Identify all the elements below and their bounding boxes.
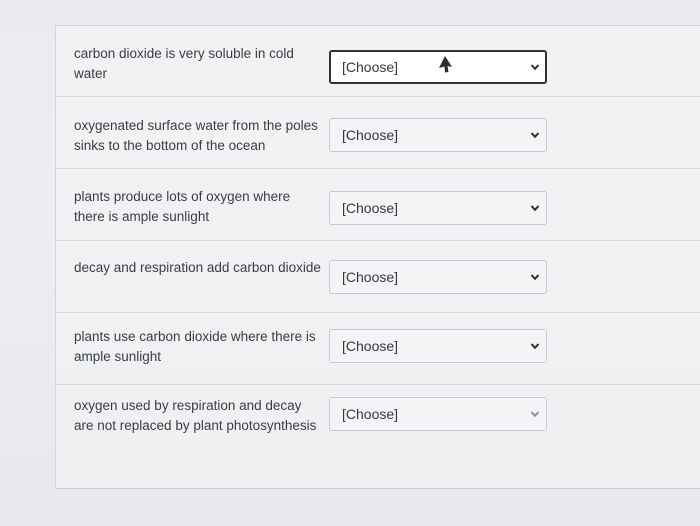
answer-select-3[interactable]: [Choose] xyxy=(329,191,547,225)
chevron-down-icon xyxy=(530,205,540,212)
chevron-down-icon xyxy=(530,411,540,418)
question-row-3: plants produce lots of oxygen where ther… xyxy=(56,170,700,241)
select-value: [Choose] xyxy=(342,406,399,422)
chevron-down-icon xyxy=(530,274,540,281)
chevron-down-icon xyxy=(530,64,540,71)
question-text: carbon dioxide is very soluble in cold w… xyxy=(74,46,294,81)
question-row-4: decay and respiration add carbon dioxide… xyxy=(56,242,700,313)
question-row-5: plants use carbon dioxide where there is… xyxy=(56,314,700,385)
mouse-pointer-icon xyxy=(439,56,452,73)
answer-select-4[interactable]: [Choose] xyxy=(329,260,547,294)
question-row-2: oxygenated surface water from the poles … xyxy=(56,98,700,169)
question-row-6: oxygen used by respiration and decay are… xyxy=(56,386,700,486)
select-value: [Choose] xyxy=(342,200,399,216)
select-value: [Choose] xyxy=(342,59,399,75)
select-value: [Choose] xyxy=(342,269,399,285)
question-row-1: carbon dioxide is very soluble in cold w… xyxy=(56,26,700,97)
answer-select-2[interactable]: [Choose] xyxy=(329,118,547,152)
select-value: [Choose] xyxy=(342,338,399,354)
answer-select-6[interactable]: [Choose] xyxy=(329,397,547,431)
select-value: [Choose] xyxy=(342,127,399,143)
question-text: oxygen used by respiration and decay are… xyxy=(74,398,317,433)
question-text: decay and respiration add carbon dioxide xyxy=(74,260,321,275)
question-text: plants use carbon dioxide where there is… xyxy=(74,329,316,364)
question-text: plants produce lots of oxygen where ther… xyxy=(74,189,291,224)
matching-question-panel: carbon dioxide is very soluble in cold w… xyxy=(55,25,700,489)
answer-select-5[interactable]: [Choose] xyxy=(329,329,547,363)
question-text: oxygenated surface water from the poles … xyxy=(74,118,318,153)
chevron-down-icon xyxy=(530,343,540,350)
chevron-down-icon xyxy=(530,132,540,139)
